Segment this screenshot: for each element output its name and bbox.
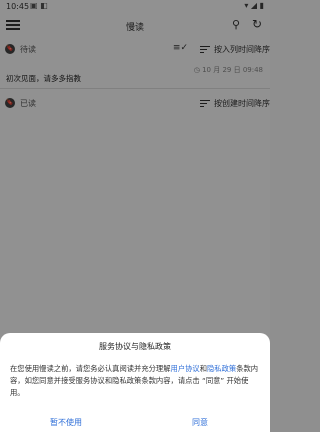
decline-button[interactable]: 暂不使用 — [50, 417, 82, 428]
privacy-dialog: 服务协议与隐私政策 在您使用慢读之前，请您务必认真阅读并充分理解用户协议和隐私政… — [0, 333, 270, 432]
user-agreement-link[interactable]: 用户协议 — [171, 364, 200, 373]
dialog-text-1: 在您使用慢读之前，请您务必认真阅读并充分理解 — [10, 364, 171, 373]
accept-button[interactable]: 同意 — [192, 417, 208, 428]
dialog-title: 服务协议与隐私政策 — [99, 342, 171, 351]
privacy-policy-link[interactable]: 隐私政策 — [207, 364, 236, 373]
dialog-and: 和 — [199, 364, 208, 373]
dialog-body: 在您使用慢读之前，请您务必认真阅读并充分理解用户协议和隐私政策条款内容，如您同意… — [10, 363, 260, 399]
